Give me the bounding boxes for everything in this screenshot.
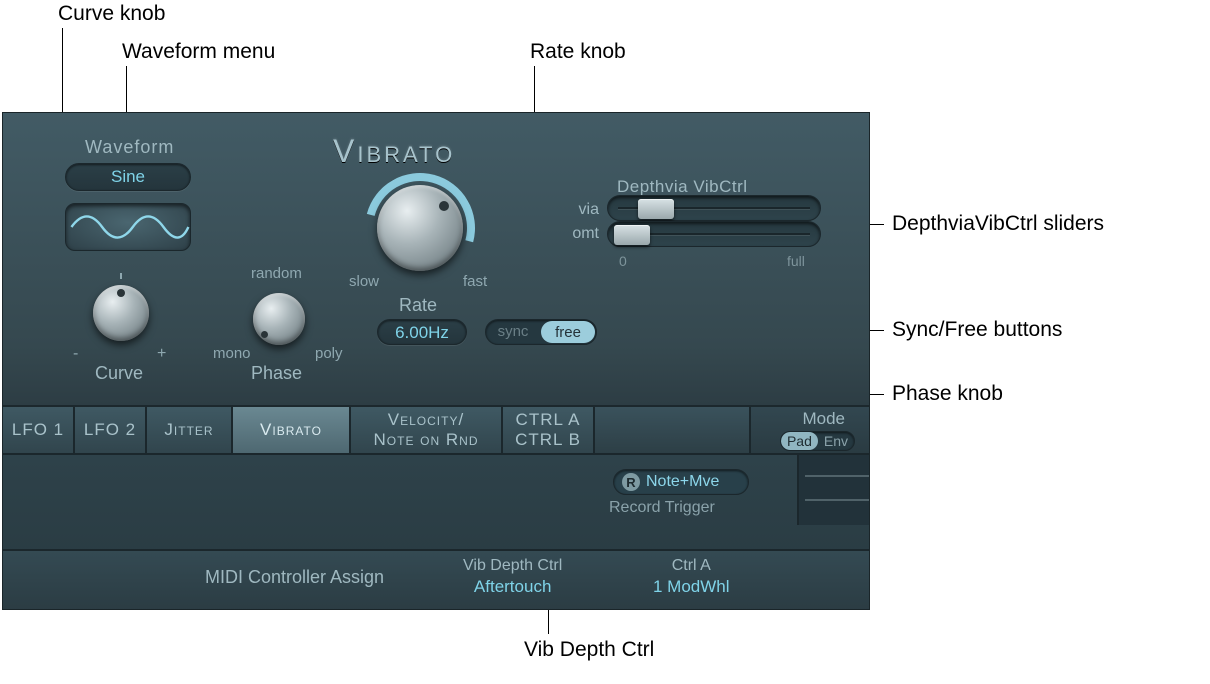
mode-env[interactable]: Env [818,432,854,450]
tab-velocity[interactable]: Velocity/ Note on Rnd [351,407,503,453]
tab-line2: Note on Rnd [374,430,479,450]
tab-lfo1[interactable]: LFO 1 [3,407,75,453]
vibrato-section: Vibrato Waveform Sine - + Curve random m… [3,113,869,407]
curve-max-label: + [157,345,166,363]
rate-label: Rate [399,295,437,316]
phase-knob[interactable] [253,293,305,345]
waveform-display [65,203,191,251]
callout-rate-knob: Rate knob [530,40,626,64]
rate-fast-label: fast [463,273,487,290]
vib-depth-ctrl-menu[interactable]: Vib Depth Ctrl Aftertouch [463,557,562,597]
phase-label: Phase [251,363,302,384]
record-icon: R [622,473,640,491]
mode-label: Mode [802,409,845,429]
callout-waveform-menu: Waveform menu [122,40,275,64]
section-title: Vibrato [333,133,455,170]
waveform-label: Waveform [85,137,174,158]
record-trigger-menu[interactable]: R Note+Mve [613,469,749,495]
depth-scale-min: 0 [619,253,627,269]
mode-pad[interactable]: Pad [781,432,818,450]
rate-value[interactable]: 6.00Hz [377,319,467,345]
phase-mono-label: mono [213,345,251,362]
lower-section: R Note+Mve Record Trigger MIDI Controlle… [3,455,869,610]
tab-line1: Velocity/ [388,410,464,430]
tab-line1: CTRL A [516,410,581,430]
vib-depth-value: Aftertouch [474,577,552,597]
waveform-menu[interactable]: Sine [65,163,191,191]
phase-random-label: random [251,265,302,282]
phase-poly-label: poly [315,345,343,362]
record-trigger-value: Note+Mve [646,473,719,491]
ctrl-a-menu[interactable]: Ctrl A 1 ModWhl [653,557,730,597]
record-trigger-label: Record Trigger [609,499,715,517]
slider-thumb[interactable] [614,225,650,245]
sync-button[interactable]: sync [486,320,540,344]
curve-label: Curve [95,363,143,384]
knob-tick [120,273,122,279]
callout-curve-knob: Curve knob [58,2,165,26]
midi-assign-label: MIDI Controller Assign [205,567,384,588]
curve-knob[interactable] [93,285,149,341]
modulation-tabs: LFO 1 LFO 2 Jitter Vibrato Velocity/ Not… [3,407,869,455]
depth-omt-slider[interactable] [607,221,821,247]
free-button[interactable]: free [541,321,595,343]
tab-vibrato[interactable]: Vibrato [233,407,351,453]
rate-slow-label: slow [349,273,379,290]
depth-omt-label: omt [559,225,599,243]
tab-jitter[interactable]: Jitter [147,407,233,453]
tab-ctrl[interactable]: CTRL A CTRL B [503,407,595,453]
depth-via-slider[interactable] [607,195,821,221]
callout-syncfree: Sync/Free buttons [892,318,1062,342]
envelope-display[interactable] [797,455,869,525]
rate-knob[interactable] [377,185,463,271]
vibrato-panel: Vibrato Waveform Sine - + Curve random m… [2,112,870,610]
ctrl-a-value: 1 ModWhl [653,577,730,597]
ctrl-a-header: Ctrl A [672,557,711,575]
sync-free-toggle[interactable]: sync free [485,319,597,345]
mode-toggle[interactable]: Pad Env [780,431,855,451]
mode-section: Mode Pad Env [749,407,869,453]
callout-vib-depth: Vib Depth Ctrl [524,638,654,662]
vib-depth-header: Vib Depth Ctrl [463,557,562,575]
depth-label: Depthvia VibCtrl [617,177,748,197]
depth-via-label: via [559,201,599,219]
tab-line2: CTRL B [515,430,581,450]
curve-min-label: - [73,345,78,363]
callout-depth-sliders: DepthviaVibCtrl sliders [892,212,1104,236]
depth-scale-max: full [787,253,805,269]
tab-lfo2[interactable]: LFO 2 [75,407,147,453]
midi-assign-bar: MIDI Controller Assign Vib Depth Ctrl Af… [3,549,869,610]
callout-phase-knob: Phase knob [892,382,1003,406]
slider-thumb[interactable] [638,199,674,219]
